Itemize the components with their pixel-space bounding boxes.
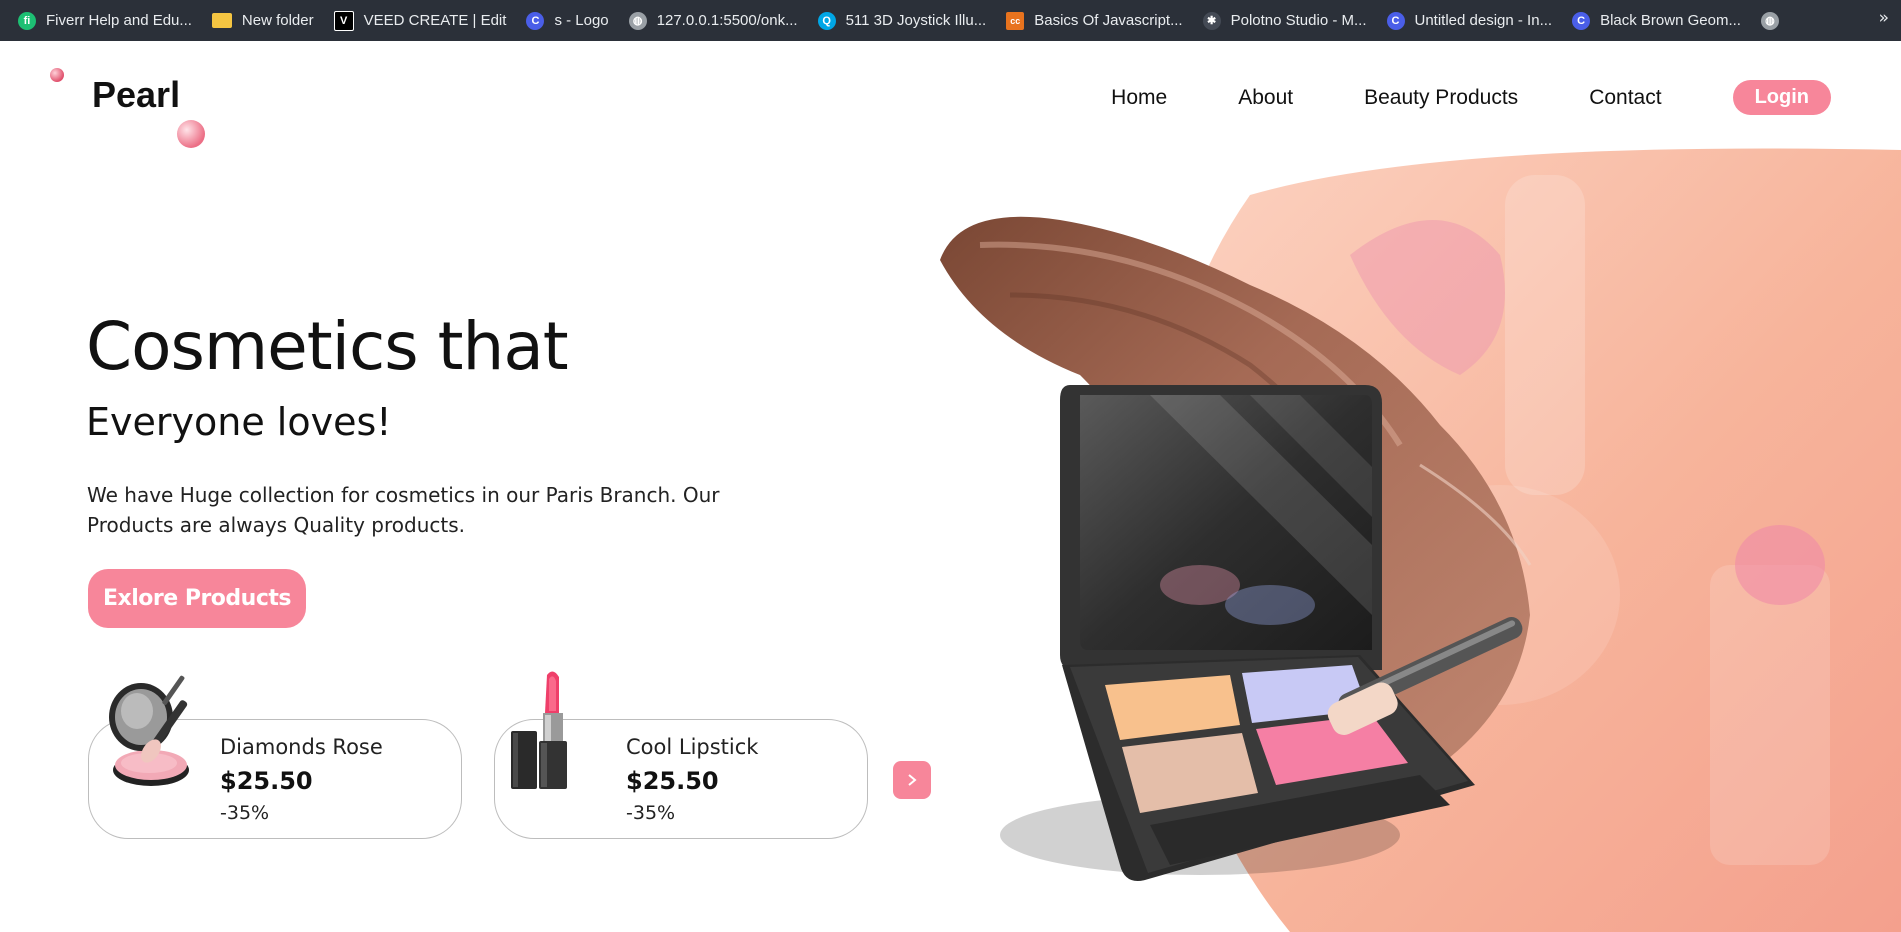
product-card[interactable]: Cool Lipstick $25.50 -35% [494, 671, 868, 839]
hero-description: We have Huge collection for cosmetics in… [87, 483, 720, 537]
canva-icon: C [1386, 11, 1405, 30]
bookmark-label: s - Logo [554, 12, 609, 29]
bookmarks-bar: fi Fiverr Help and Edu... New folder V V… [0, 0, 1901, 41]
folder-icon [211, 13, 232, 28]
product-card[interactable]: Diamonds Rose $25.50 -35% [88, 675, 462, 839]
bookmark-label: Fiverr Help and Edu... [46, 12, 192, 29]
bookmark-globe[interactable]: ◍ [1760, 7, 1801, 35]
product-name: Cool Lipstick [626, 735, 759, 759]
globe-icon: ◍ [628, 11, 647, 30]
nav-contact[interactable]: Contact [1589, 86, 1661, 110]
logo-pearl-large [177, 120, 205, 148]
product-discount: -35% [626, 802, 676, 824]
login-button[interactable]: Login [1732, 80, 1831, 115]
bookmark-label: 127.0.0.1:5500/onk... [656, 12, 798, 29]
bookmark-javascript[interactable]: cc Basics Of Javascript... [1006, 7, 1194, 35]
nav-about[interactable]: About [1238, 86, 1293, 110]
hero-subtitle: Everyone loves! [86, 400, 392, 444]
hero-title: Cosmetics that [86, 308, 569, 385]
bookmark-label: Basics Of Javascript... [1034, 12, 1183, 29]
coursera-icon: cc [1006, 11, 1025, 30]
bookmark-label: Black Brown Geom... [1600, 12, 1741, 29]
bookmark-localhost[interactable]: ◍ 127.0.0.1:5500/onk... [628, 7, 810, 35]
bookmark-untitled-design[interactable]: C Untitled design - In... [1386, 7, 1565, 35]
globe-icon: ◍ [1760, 11, 1779, 30]
logo-pearl-small [50, 68, 64, 82]
bookmark-veed[interactable]: V VEED CREATE | Edit [333, 7, 519, 35]
bookmark-polotno[interactable]: ✱ Polotno Studio - M... [1202, 7, 1379, 35]
compact-powder-brush-icon [109, 675, 189, 786]
nav-home[interactable]: Home [1111, 86, 1167, 110]
product-name: Diamonds Rose [220, 735, 383, 759]
chevron-right-icon [908, 774, 917, 786]
veed-icon: V [333, 10, 354, 31]
hero-cosmetics-illustration [940, 148, 1901, 932]
bookmark-new-folder[interactable]: New folder [211, 7, 326, 35]
bookmark-joystick[interactable]: Q 511 3D Joystick Illu... [817, 7, 999, 35]
bookmark-logo[interactable]: C s - Logo [526, 7, 620, 35]
fiverr-icon: fi [18, 11, 36, 30]
polotno-icon: ✱ [1202, 11, 1221, 30]
nav-beauty-products[interactable]: Beauty Products [1364, 86, 1518, 110]
lipstick-icon [511, 671, 567, 789]
bookmark-label: New folder [241, 12, 314, 29]
bookmarks-overflow-icon[interactable]: » [1879, 8, 1889, 28]
product-price: $25.50 [626, 767, 719, 795]
bookmark-label: Untitled design - In... [1414, 12, 1553, 29]
site-logo[interactable]: Pearl [92, 74, 180, 116]
explore-products-button[interactable]: Exlore Products [88, 569, 306, 628]
bookmark-label: VEED CREATE | Edit [363, 12, 507, 29]
bookmark-label: Polotno Studio - M... [1230, 12, 1367, 29]
bookmark-black-brown[interactable]: C Black Brown Geom... [1572, 7, 1753, 35]
search-site-icon: Q [817, 11, 836, 30]
bookmark-fiverr[interactable]: fi Fiverr Help and Edu... [18, 7, 204, 35]
main-nav: Home About Beauty Products Contact Login [1111, 80, 1831, 115]
bookmark-label: 511 3D Joystick Illu... [845, 12, 987, 29]
product-price: $25.50 [220, 767, 313, 795]
canva-icon: C [526, 11, 545, 30]
canva-icon: C [1572, 11, 1591, 30]
product-discount: -35% [220, 802, 270, 824]
